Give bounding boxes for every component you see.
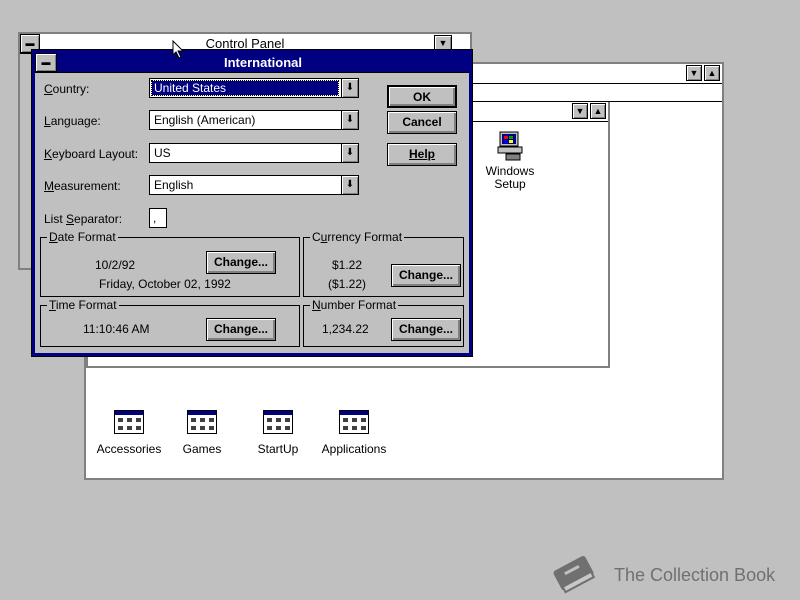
list-separator-label-pre: List — [44, 212, 67, 226]
program-group-maximize-button[interactable]: ▲ — [704, 65, 720, 81]
measurement-label-accel: M — [44, 179, 54, 193]
currency-format-group: Currency Format $1.22 ($1.22) Change... — [303, 230, 464, 297]
date-format-legend: Date Format — [47, 230, 118, 244]
measurement-label-rest: easurement: — [54, 179, 121, 193]
currency-format-change-button[interactable]: Change... — [391, 264, 461, 287]
keyboard-label-rest: eyboard Layout: — [52, 147, 139, 161]
dialog-titlebar[interactable]: ▬ International — [35, 53, 469, 73]
keyboard-layout-select[interactable]: US ⬇ — [149, 143, 359, 163]
date-format-change-button[interactable]: Change... — [206, 251, 276, 274]
main-group-maximize-button[interactable]: ▲ — [590, 103, 606, 119]
currency-positive-value: $1.22 — [332, 258, 363, 272]
chevron-down-icon[interactable]: ⬇ — [341, 144, 358, 162]
time-format-legend-accel: T — [49, 298, 56, 312]
measurement-label: Measurement: — [44, 179, 121, 193]
measurement-select-value: English — [154, 178, 194, 192]
international-dialog[interactable]: ▬ International Country: United States ⬇… — [32, 50, 472, 356]
measurement-select[interactable]: English ⬇ — [149, 175, 359, 195]
number-format-legend: Number Format — [310, 298, 399, 312]
keyboard-layout-label: Keyboard Layout: — [44, 147, 138, 161]
keyboard-layout-select-value: US — [154, 146, 171, 160]
ok-button[interactable]: OK — [387, 85, 457, 108]
language-label-rest: anguage: — [50, 114, 101, 128]
main-group-minimize-button[interactable]: ▼ — [572, 103, 588, 119]
list-separator-label-accel: S — [66, 212, 75, 226]
country-select-value: United States — [151, 80, 339, 96]
list-separator-input[interactable]: , — [149, 208, 167, 228]
windows-setup-label-line2: Setup — [494, 177, 526, 191]
date-long-value: Friday, October 02, 1992 — [99, 277, 231, 291]
language-select-value: English (American) — [154, 113, 256, 127]
language-label: Language: — [44, 114, 101, 128]
list-separator-value: , — [153, 211, 157, 225]
list-separator-label-rest: eparator: — [74, 212, 123, 226]
program-group-icon — [187, 410, 217, 434]
language-label-accel: L — [44, 114, 51, 128]
date-format-legend-accel: D — [49, 230, 58, 244]
mouse-pointer-icon — [172, 40, 185, 59]
currency-negative-value: ($1.22) — [328, 277, 367, 291]
group-icon-accessories[interactable]: Accessories — [94, 410, 164, 456]
time-format-group: Time Format 11:10:46 AM Change... — [40, 298, 300, 347]
currency-format-legend: Currency Format — [310, 230, 405, 244]
group-icon-label: Games — [182, 442, 222, 456]
program-group-icon — [263, 410, 293, 434]
time-format-legend-rest: ime Format — [55, 298, 117, 312]
group-icon-label: Accessories — [96, 442, 162, 456]
date-format-legend-rest: ate Format — [57, 230, 116, 244]
program-group-icon — [339, 410, 369, 434]
chevron-down-icon[interactable]: ⬇ — [341, 111, 358, 129]
book-icon — [553, 556, 596, 594]
dialog-system-menu-button[interactable]: ▬ — [35, 53, 57, 72]
group-icon-startup[interactable]: StartUp — [246, 410, 310, 456]
date-short-value: 10/2/92 — [95, 258, 136, 272]
windows-setup-icon — [497, 131, 523, 161]
currency-format-legend-pre: C — [312, 230, 321, 244]
country-select[interactable]: United States ⬇ — [149, 78, 359, 98]
time-format-legend: Time Format — [47, 298, 119, 312]
chevron-down-icon[interactable]: ⬇ — [341, 79, 358, 97]
number-format-group: Number Format 1,234.22 Change... — [303, 298, 464, 347]
number-value: 1,234.22 — [322, 322, 369, 336]
help-button-label: Help — [408, 147, 435, 161]
program-group-icon — [114, 410, 144, 434]
watermark-text: The Collection Book — [614, 565, 776, 585]
country-label-rest: ountry: — [52, 82, 90, 96]
time-format-change-button[interactable]: Change... — [206, 318, 276, 341]
currency-format-legend-rest: rrency Format — [327, 230, 403, 244]
chevron-down-icon[interactable]: ⬇ — [341, 176, 358, 194]
number-format-legend-accel: N — [312, 298, 321, 312]
country-label-accel: C — [44, 82, 53, 96]
group-icon-games[interactable]: Games — [170, 410, 234, 456]
program-group-minimize-button[interactable]: ▼ — [686, 65, 702, 81]
desktop: { "program_manager": { "title": "Control… — [0, 0, 800, 600]
cancel-button[interactable]: Cancel — [387, 111, 457, 134]
number-format-legend-rest: umber Format — [320, 298, 397, 312]
group-icon-label: Applications — [321, 442, 387, 456]
list-separator-label: List Separator: — [44, 212, 122, 226]
date-format-group: Date Format 10/2/92 Friday, October 02, … — [40, 230, 300, 297]
watermark: The Collection Book — [546, 548, 796, 598]
dialog-title: International — [223, 55, 302, 70]
country-label: Country: — [44, 82, 89, 96]
help-button[interactable]: Help — [387, 143, 457, 166]
group-icon-label: StartUp — [257, 442, 299, 456]
keyboard-label-accel: K — [44, 147, 53, 161]
windows-setup-label-line1: Windows — [485, 164, 535, 178]
group-icon-applications[interactable]: Applications — [316, 410, 392, 456]
time-value: 11:10:46 AM — [83, 322, 150, 336]
language-select[interactable]: English (American) ⬇ — [149, 110, 359, 130]
windows-setup-item[interactable]: Windows Setup — [476, 130, 544, 191]
number-format-change-button[interactable]: Change... — [391, 318, 461, 341]
